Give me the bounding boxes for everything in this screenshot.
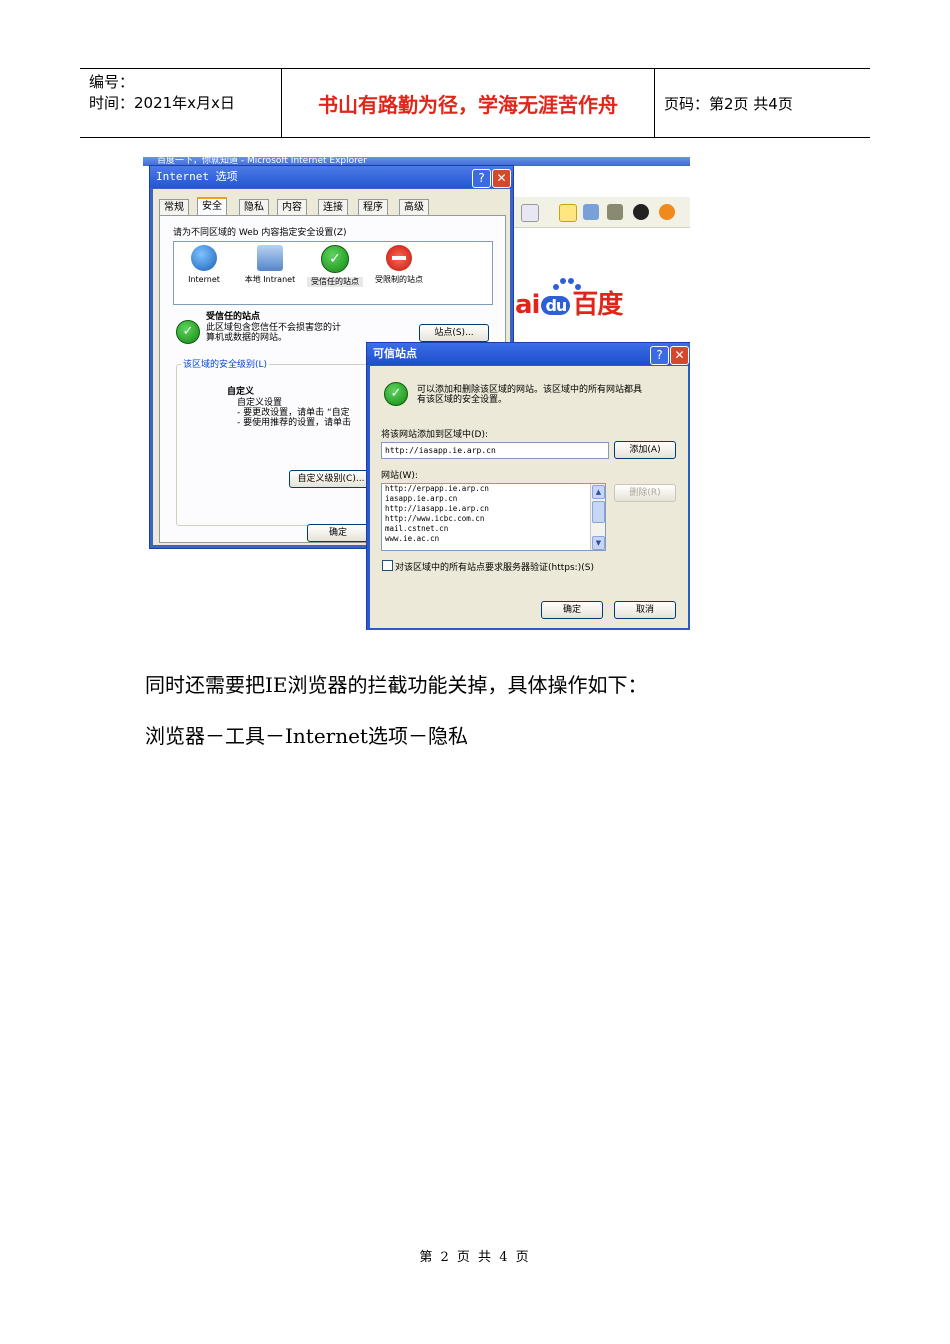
ok-button[interactable]: 确定: [307, 524, 369, 542]
firefox-icon[interactable]: [659, 204, 675, 220]
scroll-down-icon[interactable]: ▼: [592, 536, 605, 550]
tab-security[interactable]: 安全: [197, 197, 227, 216]
header-page-label: 页码：第2页 共4页: [664, 94, 793, 113]
zone-prompt: 请为不同区域的 Web 内容指定安全设置(Z): [173, 228, 347, 238]
trusted-sites-body: ✓ 可以添加和删除该区域的网站。该区域中的所有网站都具 有该区域的安全设置。 将…: [370, 366, 688, 628]
zone-intranet-label: 本地 Intranet: [244, 275, 296, 284]
tab-content[interactable]: 内容: [277, 199, 307, 215]
add-site-label: 将该网站添加到区域中(D):: [381, 430, 488, 440]
qq-icon[interactable]: [633, 204, 649, 220]
ok-button[interactable]: 确定: [541, 601, 603, 619]
trusted-sites-title: 可信站点: [367, 343, 690, 365]
sites-list-label: 网站(W):: [381, 471, 418, 481]
list-item[interactable]: http://iasapp.ie.arp.cn: [382, 504, 605, 514]
add-site-input[interactable]: http://iasapp.ie.arp.cn: [381, 442, 609, 459]
embedded-screenshot: 百度一下，你就知道 - Microsoft Internet Explorer …: [143, 157, 690, 630]
messenger-icon[interactable]: [583, 204, 599, 220]
time-label: 时间：2021年x月x日: [89, 94, 235, 112]
baidu-logo-ai: ai: [515, 290, 540, 320]
sites-list[interactable]: http://erpapp.ie.arp.cn iasapp.ie.arp.cn…: [381, 483, 606, 551]
scroll-thumb[interactable]: [592, 501, 605, 523]
zone-desc-2: 算机或数据的网站。: [206, 333, 288, 343]
globe-icon: [191, 245, 217, 271]
computer-icon: [257, 245, 283, 271]
trusted-check-icon: ✓: [321, 245, 349, 273]
number-label: 编号：: [89, 73, 135, 91]
sites-button[interactable]: 站点(S)...: [419, 324, 489, 342]
custom-level-button[interactable]: 自定义级别(C)...: [289, 470, 373, 488]
tab-privacy[interactable]: 隐私: [239, 199, 269, 215]
remove-button[interactable]: 删除(R): [614, 484, 676, 502]
trusted-check-icon: ✓: [384, 382, 408, 406]
info-line-2: 有该区域的安全设置。: [417, 395, 508, 405]
zone-restricted-label: 受限制的站点: [375, 275, 423, 284]
baidu-logo-text: 百度: [572, 290, 623, 320]
paragraph-1: 同时还需要把IE浏览器的拦截功能关掉，具体操作如下：: [145, 673, 648, 697]
tab-general[interactable]: 常规: [159, 199, 189, 215]
baidu-logo: ai du 百度: [515, 284, 623, 321]
https-checkbox-label: 对该区域中的所有站点要求服务器验证(https:)(S): [395, 563, 594, 573]
cancel-button[interactable]: 取消: [614, 601, 676, 619]
scroll-up-icon[interactable]: ▲: [592, 485, 605, 499]
zone-intranet[interactable]: 本地 Intranet: [242, 245, 298, 285]
zone-internet-label: Internet: [188, 275, 220, 284]
tab-connections[interactable]: 连接: [318, 199, 348, 215]
tools-icon[interactable]: [607, 204, 623, 220]
header-meta-cell: 编号： 时间：2021年x月x日: [80, 69, 282, 137]
zone-list: Internet 本地 Intranet ✓ 受信任的站点 受限制的站点: [173, 241, 493, 305]
help-button[interactable]: ?: [650, 346, 669, 365]
word-icon[interactable]: [521, 204, 539, 222]
close-button[interactable]: ✕: [670, 346, 689, 365]
zone-internet[interactable]: Internet: [176, 245, 232, 285]
zone-trusted[interactable]: ✓ 受信任的站点: [307, 245, 363, 287]
tab-advanced[interactable]: 高级: [399, 199, 429, 215]
ie-toolbar: [511, 197, 690, 228]
trusted-sites-dialog: 可信站点 ? ✕ ✓ 可以添加和删除该区域的网站。该区域中的所有网站都具 有该区…: [366, 342, 690, 630]
list-item[interactable]: http://erpapp.ie.arp.cn: [382, 484, 605, 494]
level-line-3: - 要使用推荐的设置，请单击: [237, 418, 352, 428]
add-button[interactable]: 添加(A): [614, 441, 676, 459]
list-item[interactable]: mail.cstnet.cn: [382, 524, 605, 534]
tab-programs[interactable]: 程序: [358, 199, 388, 215]
internet-options-title: Internet 选项: [150, 166, 513, 188]
close-button[interactable]: ✕: [492, 169, 511, 188]
zone-trusted-label: 受信任的站点: [307, 277, 363, 287]
list-item[interactable]: www.ie.ac.cn: [382, 534, 605, 544]
list-item[interactable]: iasapp.ie.arp.cn: [382, 494, 605, 504]
note-icon[interactable]: [559, 204, 577, 222]
restricted-icon: [386, 245, 412, 271]
header-motto: 书山有路勤为径，学海无涯苦作舟: [282, 69, 655, 137]
security-level-label: 该区域的安全级别(L): [181, 357, 270, 370]
zone-check-icon: ✓: [176, 320, 200, 344]
baidu-logo-du: du: [541, 296, 571, 315]
page-header-table: 编号： 时间：2021年x月x日 书山有路勤为径，学海无涯苦作舟 页码：第2页 …: [80, 68, 870, 138]
list-item[interactable]: http://www.icbc.com.cn: [382, 514, 605, 524]
zone-restricted[interactable]: 受限制的站点: [371, 245, 427, 285]
help-button[interactable]: ?: [472, 169, 491, 188]
paragraph-2: 浏览器－工具－Internet选项－隐私: [145, 724, 468, 748]
page-footer: 第 2 页 共 4 页: [419, 1250, 531, 1265]
https-checkbox[interactable]: [382, 560, 393, 571]
sites-scrollbar[interactable]: ▲ ▼: [590, 484, 605, 550]
